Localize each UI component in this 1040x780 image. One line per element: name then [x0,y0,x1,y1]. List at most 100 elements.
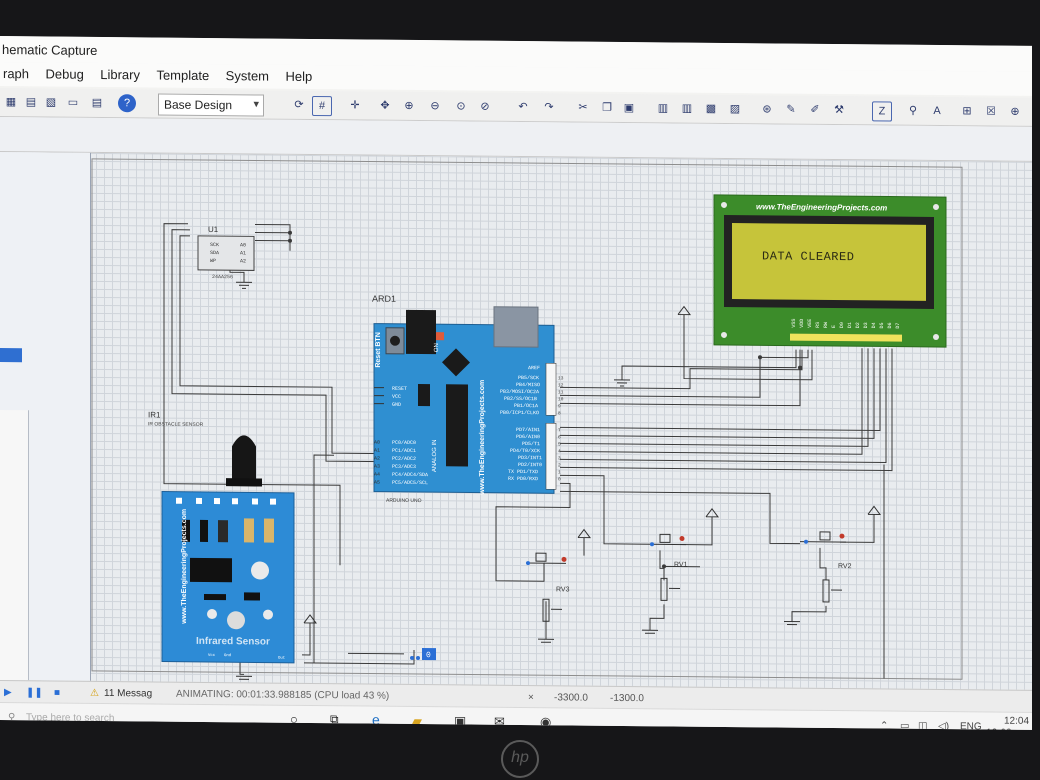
pan-icon[interactable]: ✥ [376,97,394,115]
copy-icon[interactable]: ❐ [598,99,616,117]
app-screen: hematic Capture raph Debug Library Templ… [0,36,1032,730]
make-device-icon[interactable]: ✎ [782,101,800,119]
ard-pin-pd0: RX PD0/RXD [508,476,538,482]
tool-icon[interactable]: ▧ [42,93,60,111]
u1-pin-a0: A0 [240,242,246,248]
ard-pin-pb3: PB3/MOSI/OC2A [500,389,539,395]
menu-template[interactable]: Template [153,67,212,84]
netlist-icon[interactable]: ⊕ [1006,103,1024,121]
play-icon[interactable]: ▶ [4,687,12,698]
ard-pin-num: 6 [558,434,561,440]
remove-sheet-icon[interactable]: ☒ [982,102,1000,120]
zoom-in-icon[interactable]: ⊕ [400,97,418,115]
pcb-icon[interactable]: ✐ [806,101,824,119]
zoom-all-icon[interactable]: ⊙ [452,97,470,115]
ard-pin-num: 8 [558,410,561,416]
lcd-pin-vee: VEE [807,319,813,328]
volume-icon[interactable]: ◁) [938,721,949,730]
tool-icon[interactable]: ▤ [88,94,106,112]
u1-eeprom: U1 SCK SDA WP A0 A1 A2 24AA256 [197,225,255,280]
block-copy-icon[interactable]: ▥ [654,99,672,117]
menu-library[interactable]: Library [97,67,143,82]
ard-pin-pc5: PC5/ADC5/SCL [392,480,428,486]
block-move-icon[interactable]: ▥ [678,100,696,118]
ard-pin-pb5: PB5/SCK [518,375,539,381]
stop-icon[interactable]: ■ [54,688,60,699]
crosshair-icon[interactable]: ✛ [346,96,364,114]
paste-icon[interactable]: ▣ [620,99,638,117]
refresh-icon[interactable]: ⟳ [290,96,308,114]
ard-pin-pd4: PD4/T0/XCK [510,448,540,454]
lcd-pin-vdd: VDD [799,319,805,328]
search-icon[interactable]: ⚲ [904,102,922,120]
design-combo[interactable]: Base Design ▾ [158,93,264,117]
lcd-pin-d1: D1 [847,322,853,328]
pause-icon[interactable]: ❚❚ [26,687,43,698]
ard-pin-num: 5 [558,441,561,447]
property-icon[interactable]: A [928,102,946,120]
ir-pin-gnd: Gnd [224,653,232,658]
block-delete-icon[interactable]: ▨ [726,100,744,118]
ard-pin-a3: A3 [374,464,380,470]
ard-usb-port [493,306,539,348]
menu-system[interactable]: System [223,68,272,83]
ard-pin-pb1: PB1/OC1A [514,403,538,409]
lcd-pin-header [790,333,902,342]
tool-icon[interactable]: ▭ [64,94,82,112]
decompose-icon[interactable]: ⚒ [830,101,848,119]
ard-pin-gnd: GND [392,402,401,408]
lcd-pin-d0: D0 [839,322,845,328]
ard-pin-pb4: PB4/MISO [516,382,540,388]
block-rotate-icon[interactable]: ▩ [702,100,720,118]
tool-icon[interactable]: ▤ [22,93,40,111]
lcd-pin-d6: D6 [887,322,893,328]
ard-analog-label: ANALOG IN [432,439,438,472]
grid-icon[interactable]: # [312,95,332,117]
tool-icon[interactable]: ▦ [2,93,20,111]
ard-pin-a0: A0 [374,440,380,446]
warning-icon: ⚠ [90,687,99,699]
pick-icon[interactable]: ⊛ [758,100,776,118]
lcd-pin-d3: D3 [863,322,869,328]
language-indicator[interactable]: ENG [960,721,982,730]
ard-reset-label: Reset BTN [375,332,382,367]
lcd-pin-d5: D5 [879,322,885,328]
ard-pin-pb0: PB0/ICP1/CLKO [500,410,539,416]
new-sheet-icon[interactable]: ⊞ [958,102,976,120]
messages-count[interactable]: 11 Messag [104,688,152,699]
design-combo-value: Base Design [164,97,233,113]
menu-debug[interactable]: Debug [42,66,86,81]
help-icon[interactable]: ? [118,94,136,113]
menu-help[interactable]: Help [282,69,315,84]
u1-pin-sck: SCK [210,242,219,248]
coord-y: -1300.0 [610,692,644,705]
ir-emitter [232,435,256,483]
ard-ref: ARD1 [372,294,396,304]
menu-graph[interactable]: raph [0,66,32,81]
sim-status: ANIMATING: 00:01:33.988185 (CPU load 43 … [176,688,390,702]
ard-pin-num: 9 [558,403,561,409]
hp-logo: hp [501,740,539,778]
redo-icon[interactable]: ↷ [540,98,558,116]
ard-pin-aref: AREF [528,365,540,371]
ard-reset-knob [390,335,400,346]
u1-pin-sda: SDA [210,250,219,256]
rv2: RV2 [822,563,852,603]
zoom-area-icon[interactable]: ⊘ [476,98,494,116]
ard-pin-pd5: PD5/T1 [522,441,540,447]
chevron-down-icon: ▾ [253,98,259,111]
ard-atmega-chip [446,384,468,467]
ard-diode [418,384,430,407]
zoom-out-icon[interactable]: ⊖ [426,97,444,115]
lcd-pin-d2: D2 [855,322,861,328]
ard-pin-num: 1 [558,469,561,475]
ard-board-label: ARDUINO UNO [386,498,422,504]
wire-autorouter-icon[interactable]: Z [872,101,892,122]
ard-pin-num: 11 [558,389,564,395]
ir-pin-out: Out [278,657,285,661]
lcd-pin-rs: RS [815,322,821,328]
undo-icon[interactable]: ↶ [514,98,532,116]
window-title: hematic Capture [2,42,98,58]
ard-pin-pc0: PC0/ADC0 [392,440,416,446]
cut-icon[interactable]: ✂ [574,99,592,117]
